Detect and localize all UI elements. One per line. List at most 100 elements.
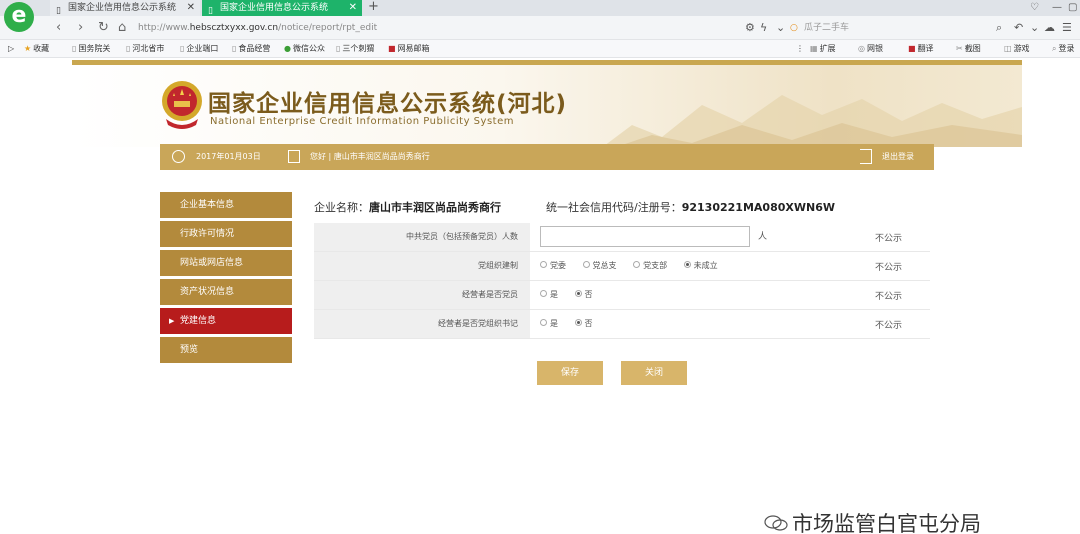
status-bar: 2017年01月03日 您好 | 唐山市丰润区尚品尚秀商行 退出登录 bbox=[160, 144, 934, 170]
bookmark-7[interactable]: ■ 网易邮箱 bbox=[388, 40, 430, 58]
url-path: /notice/report/rpt_edit bbox=[278, 23, 378, 33]
public-status: 不公示 bbox=[875, 234, 903, 244]
search-input[interactable]: ○ 瓜子二手车 bbox=[790, 20, 990, 36]
tool-games[interactable]: ◫ 游戏 bbox=[1004, 40, 1030, 58]
form-row-operator-party-secretary: 经营者是否党组织书记 是 否 不公示 bbox=[314, 310, 930, 339]
mail-icon: ■ bbox=[388, 44, 396, 53]
tool-translate[interactable]: ■ 翻译 bbox=[908, 40, 934, 58]
field-label: 中共党员（包括预备党员）人数 bbox=[314, 223, 530, 251]
translate-icon: ■ bbox=[908, 44, 916, 53]
tool-login[interactable]: ⌕ 登录 bbox=[1052, 40, 1074, 58]
bookmark-6[interactable]: ▯ 三个刺猬 bbox=[336, 40, 374, 58]
bookmarks-bar: ▷ ★ 收藏 ▯ 国务院关 ▯ 河北省市 ▯ 企业端口 ▯ 食品经营 ● 微信公众 ▯ 三个刺… bbox=[0, 40, 1080, 58]
sidebar-toggle-icon[interactable]: ▷ bbox=[8, 40, 14, 58]
watermark-text: 市场监管白官屯分局 bbox=[792, 512, 981, 534]
url-field[interactable]: http://www.hebscztxyxx.gov.cn/notice/rep… bbox=[138, 20, 728, 36]
bookmark-4[interactable]: ▯ 食品经营 bbox=[232, 40, 270, 58]
mountain-background-image bbox=[602, 95, 1022, 147]
user-greeting: 您好 | 唐山市丰润区尚品尚秀商行 bbox=[310, 152, 430, 161]
bookmark-3[interactable]: ▯ 企业端口 bbox=[180, 40, 218, 58]
bookmark-2[interactable]: ▯ 河北省市 bbox=[126, 40, 164, 58]
radio-button[interactable] bbox=[540, 290, 547, 297]
cloud-icon[interactable]: ☁ bbox=[1044, 20, 1055, 36]
lightning-icon[interactable]: ϟ bbox=[760, 20, 767, 36]
page-content: 国家企业信用信息公示系统(河北) National Enterprise Cre… bbox=[0, 58, 1080, 534]
more-icon[interactable]: ⋮ bbox=[796, 40, 804, 58]
clock-icon bbox=[172, 150, 185, 163]
chevron-down-icon[interactable]: ⌄ bbox=[776, 20, 785, 36]
sidebar-item-party-building[interactable]: ▶ 党建信息 bbox=[160, 308, 292, 334]
field-label: 经营者是否党组织书记 bbox=[314, 310, 530, 338]
radio-button-selected[interactable] bbox=[574, 290, 582, 297]
bookmark-favorites[interactable]: ★ 收藏 bbox=[24, 40, 49, 58]
site-title: 国家企业信用信息公示系统(河北) bbox=[208, 91, 568, 117]
browser-tab-1[interactable]: ▯ 国家企业信用信息公示系统 ✕ bbox=[50, 0, 200, 16]
document-icon: ▯ bbox=[232, 44, 237, 53]
public-status: 不公示 bbox=[875, 321, 903, 331]
tool-screenshot[interactable]: ✂ 截图 bbox=[956, 40, 981, 58]
sidebar-item-basic-info[interactable]: 企业基本信息 bbox=[160, 192, 292, 218]
tool-banking[interactable]: ◎ 网银 bbox=[858, 40, 883, 58]
bookmark-1[interactable]: ▯ 国务院关 bbox=[72, 40, 110, 58]
form-row-party-organization: 党组织建制 党委 党总支 党支部 未成立 不公示 bbox=[314, 252, 930, 281]
save-button[interactable]: 保存 bbox=[537, 361, 603, 385]
sidebar-menu: 企业基本信息 行政许可情况 网站或网店信息 资产状况信息 ▶ 党建信息 预览 bbox=[160, 192, 292, 366]
close-tab-icon[interactable]: ✕ bbox=[349, 0, 357, 16]
public-status: 不公示 bbox=[875, 263, 903, 273]
logout-icon[interactable] bbox=[860, 149, 872, 164]
skin-icon[interactable]: ♡ bbox=[1030, 0, 1039, 16]
radio-button-selected[interactable] bbox=[574, 319, 582, 326]
chevron-down-icon[interactable]: ⌄ bbox=[1030, 20, 1039, 36]
user-icon bbox=[288, 150, 300, 163]
sidebar-item-admin-license[interactable]: 行政许可情况 bbox=[160, 221, 292, 247]
tool-extensions[interactable]: ▦ 扩展 bbox=[810, 40, 836, 58]
settings-icon[interactable]: ⚙ bbox=[745, 20, 755, 36]
wechat-icon bbox=[764, 515, 788, 531]
bookmark-5[interactable]: ● 微信公众 bbox=[284, 40, 325, 58]
radio-button[interactable] bbox=[540, 319, 547, 326]
refresh-icon[interactable]: ↻ bbox=[98, 20, 109, 36]
close-button[interactable]: 关闭 bbox=[621, 361, 687, 385]
radio-option[interactable]: 否 bbox=[574, 319, 593, 328]
radio-option[interactable]: 是 bbox=[540, 290, 558, 299]
unit-label: 人 bbox=[758, 232, 768, 242]
sidebar-item-preview[interactable]: 预览 bbox=[160, 337, 292, 363]
home-icon[interactable]: ⌂ bbox=[118, 20, 126, 36]
undo-icon[interactable]: ↶ bbox=[1014, 20, 1023, 36]
form-row-party-members: 中共党员（包括预备党员）人数 人 不公示 bbox=[314, 223, 930, 252]
sidebar-item-assets[interactable]: 资产状况信息 bbox=[160, 279, 292, 305]
site-header: 国家企业信用信息公示系统(河北) National Enterprise Cre… bbox=[72, 65, 1022, 147]
browser-tab-2[interactable]: ▯ 国家企业信用信息公示系统 ✕ bbox=[202, 0, 362, 16]
radio-button-selected[interactable] bbox=[683, 261, 691, 268]
logout-link[interactable]: 退出登录 bbox=[882, 144, 914, 170]
coin-icon: ◎ bbox=[858, 44, 865, 53]
browser-tab-bar: ▯ 国家企业信用信息公示系统 ✕ ▯ 国家企业信用信息公示系统 ✕ + ♡ — … bbox=[0, 0, 1080, 16]
radio-button[interactable] bbox=[540, 261, 547, 268]
radio-option[interactable]: 是 bbox=[540, 319, 558, 328]
sidebar-item-website-info[interactable]: 网站或网店信息 bbox=[160, 250, 292, 276]
new-tab-button[interactable]: + bbox=[368, 0, 379, 14]
document-icon: ▯ bbox=[180, 44, 185, 53]
radio-button[interactable] bbox=[582, 261, 590, 268]
grid-icon: ▦ bbox=[810, 44, 818, 53]
maximize-icon[interactable]: ▢ bbox=[1068, 0, 1077, 16]
radio-option[interactable]: 否 bbox=[574, 290, 593, 299]
radio-option[interactable]: 党总支 bbox=[582, 261, 617, 270]
radio-button[interactable] bbox=[633, 261, 641, 268]
minimize-icon[interactable]: — bbox=[1052, 0, 1062, 16]
radio-option[interactable]: 党委 bbox=[540, 261, 566, 270]
gamepad-icon: ◫ bbox=[1004, 44, 1012, 53]
party-members-input[interactable] bbox=[540, 226, 750, 247]
search-icon[interactable]: ⌕ bbox=[996, 20, 1002, 36]
credit-code: 统一社会信用代码/注册号：92130221MA080XWN6W bbox=[546, 201, 835, 214]
forward-icon[interactable]: › bbox=[78, 20, 83, 36]
radio-option[interactable]: 党支部 bbox=[633, 261, 667, 270]
url-host: hebscztxyxx.gov.cn bbox=[189, 23, 279, 33]
menu-icon[interactable]: ☰ bbox=[1062, 20, 1072, 36]
user-icon: ⌕ bbox=[1052, 44, 1057, 53]
triangle-right-icon: ▶ bbox=[169, 317, 175, 325]
radio-option[interactable]: 未成立 bbox=[683, 261, 718, 270]
national-emblem-icon bbox=[162, 81, 202, 129]
close-tab-icon[interactable]: ✕ bbox=[187, 0, 195, 16]
back-icon[interactable]: ‹ bbox=[56, 20, 61, 36]
